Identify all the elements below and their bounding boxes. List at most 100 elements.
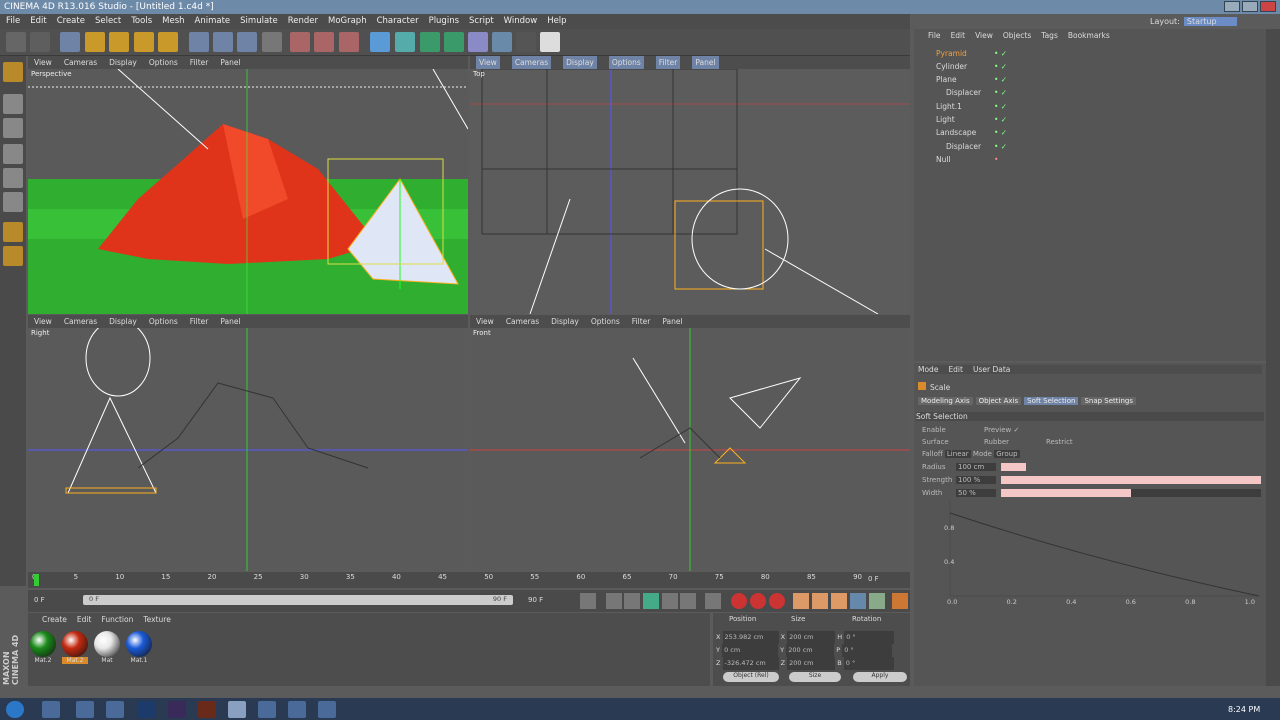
visibility-dots-icon[interactable]: • ✓ [994,61,1007,73]
frame-range-slider[interactable]: 0 F 90 F [83,595,513,605]
viewport-perspective[interactable]: View Cameras Display Options Filter Pane… [28,56,468,314]
material-item[interactable]: Mat.2 [30,631,56,664]
vp-menu-display[interactable]: Display [109,315,137,328]
menu-mesh[interactable]: Mesh [162,14,184,29]
visibility-dots-icon[interactable]: • ✓ [994,101,1007,113]
array-icon[interactable] [444,32,464,52]
vp-menu-view[interactable]: View [34,56,52,69]
autokey-icon[interactable] [750,593,766,609]
falloff-dropdown[interactable]: Linear [944,450,971,458]
deformer-icon[interactable] [468,32,488,52]
points-mode-icon[interactable] [3,144,23,164]
menu-render[interactable]: Render [288,14,318,29]
app-taskbar-icon[interactable] [318,701,336,718]
size-mode-dropdown[interactable]: Size [789,672,841,682]
object-row-light[interactable]: Light • ✓ [914,114,1266,127]
material-item[interactable]: Mat.1 [126,631,152,664]
move-icon[interactable] [85,32,105,52]
nurbs-icon[interactable] [420,32,440,52]
strength-input[interactable]: 100 % [956,476,996,484]
vp-menu-filter[interactable]: Filter [190,315,209,328]
om-menu-bookmarks[interactable]: Bookmarks [1068,31,1110,40]
photoshop-icon[interactable] [138,701,156,718]
scene-icon[interactable] [492,32,512,52]
size-y-input[interactable]: 200 cm [786,644,835,657]
om-menu-edit[interactable]: Edit [951,31,966,40]
cinema4d-taskbar-icon[interactable] [228,701,246,718]
object-row-pyramid[interactable]: Pyramid • ✓ [914,48,1266,61]
render-picture-viewer-icon[interactable] [314,32,334,52]
menu-mograph[interactable]: MoGraph [328,14,367,29]
object-row-displacer[interactable]: Displacer • ✓ [914,141,1266,154]
om-menu-objects[interactable]: Objects [1003,31,1031,40]
vp-menu-filter[interactable]: Filter [190,56,209,69]
mode-dropdown[interactable]: Group [994,450,1020,458]
minimize-button[interactable] [1224,1,1240,12]
axis-mode-icon[interactable] [3,222,23,242]
am-menu-edit[interactable]: Edit [948,365,963,374]
live-selection-icon[interactable] [60,32,80,52]
mat-menu-texture[interactable]: Texture [143,615,170,624]
visibility-dots-icon[interactable]: • ✓ [994,141,1007,153]
visibility-dots-icon[interactable]: • ✓ [994,114,1007,126]
close-button[interactable] [1260,1,1276,12]
position-z-input[interactable]: -326.472 cm [722,657,779,670]
layout-selector[interactable]: Layout: Startup [1150,15,1237,28]
size-x-input[interactable]: 200 cm [787,631,836,644]
preview-checkbox[interactable]: Preview ✓ [984,426,1019,434]
right-scrollbar[interactable] [1266,29,1280,686]
play-icon[interactable] [643,593,659,609]
object-row-null[interactable]: Null • [914,154,1266,167]
radius-slider[interactable] [1001,463,1026,471]
om-menu-tags[interactable]: Tags [1041,31,1058,40]
playhead[interactable] [34,574,39,586]
browser-icon[interactable] [106,701,124,718]
rubber-checkbox[interactable]: Rubber [984,438,1009,446]
explorer-icon[interactable] [76,701,94,718]
visibility-dots-icon[interactable]: • ✓ [994,127,1007,139]
vp-menu-options[interactable]: Options [149,56,178,69]
menu-edit[interactable]: Edit [30,14,46,29]
vp-menu-options[interactable]: Options [608,56,644,69]
visibility-dots-icon[interactable]: • ✓ [994,48,1007,60]
object-row-displacer[interactable]: Displacer • ✓ [914,87,1266,100]
app-taskbar-icon[interactable] [288,701,306,718]
render-view-icon[interactable] [290,32,310,52]
vp-menu-view[interactable]: View [476,56,500,69]
edges-mode-icon[interactable] [3,168,23,188]
scale-key-icon[interactable] [812,593,828,609]
vp-menu-panel[interactable]: Panel [220,56,240,69]
timeline-menu-icon[interactable] [892,593,908,609]
render-settings-icon[interactable] [339,32,359,52]
menu-script[interactable]: Script [469,14,494,29]
material-item[interactable]: Mat [94,631,120,664]
redo-icon[interactable] [30,32,50,52]
timeline[interactable]: 0 5 10 15 20 25 30 35 40 45 50 55 60 65 … [28,572,910,588]
vp-menu-options[interactable]: Options [149,315,178,328]
menu-simulate[interactable]: Simulate [240,14,278,29]
tweak-mode-icon[interactable] [3,246,23,266]
object-row-cylinder[interactable]: Cylinder • ✓ [914,61,1266,74]
apply-button[interactable]: Apply [853,672,907,682]
vp-menu-filter[interactable]: Filter [632,315,651,328]
app-taskbar-icon[interactable] [258,701,276,718]
mat-menu-edit[interactable]: Edit [77,615,92,624]
vp-menu-panel[interactable]: Panel [692,56,719,69]
goto-end-icon[interactable] [705,593,721,609]
restrict-checkbox[interactable]: Restrict [1046,438,1073,446]
rotation-key-icon[interactable] [831,593,847,609]
prev-key-icon[interactable] [606,593,622,609]
cube-icon[interactable] [370,32,390,52]
rotation-b-input[interactable]: 0 ° [843,657,894,670]
am-menu-mode[interactable]: Mode [918,365,938,374]
mat-menu-create[interactable]: Create [42,615,67,624]
mat-menu-function[interactable]: Function [101,615,133,624]
size-z-input[interactable]: 200 cm [787,657,836,670]
falloff-graph[interactable] [914,501,1266,611]
vp-menu-cameras[interactable]: Cameras [511,56,552,69]
next-key-icon[interactable] [680,593,696,609]
vp-menu-cameras[interactable]: Cameras [506,315,539,328]
vp-menu-filter[interactable]: Filter [655,56,681,69]
am-menu-user-data[interactable]: User Data [973,365,1010,374]
chrome-icon[interactable] [42,701,60,718]
